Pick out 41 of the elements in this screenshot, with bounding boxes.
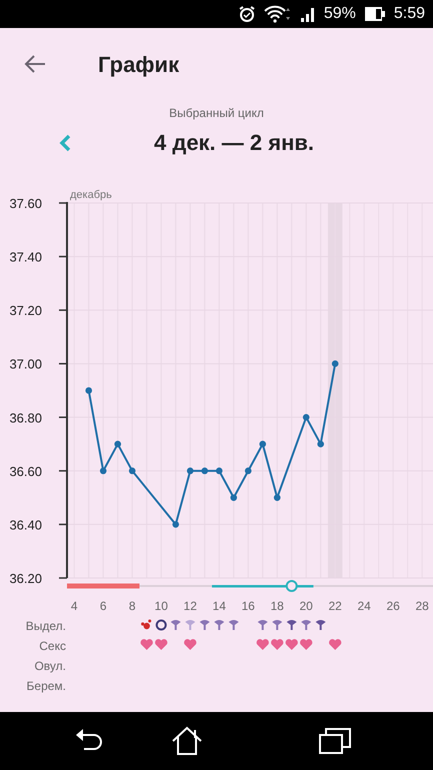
signal-icon — [300, 6, 316, 22]
battery-percent: 59% — [324, 4, 356, 24]
page-title: График — [98, 50, 180, 79]
home-icon — [170, 726, 202, 756]
row-label: Выдел. — [26, 619, 66, 633]
battery-icon — [364, 6, 386, 22]
x-axis-label: 8 — [128, 599, 136, 613]
x-axis-label: 20 — [300, 599, 313, 613]
y-axis-label: 36.80 — [9, 410, 42, 426]
back-button[interactable] — [24, 55, 46, 73]
x-axis-label: 6 — [100, 599, 107, 613]
y-axis-label: 37.20 — [9, 303, 42, 318]
cycle-caption: Выбранный цикл — [169, 105, 264, 122]
wifi-icon — [264, 5, 292, 23]
y-axis-label: 37.40 — [9, 250, 42, 265]
row-label: Овул. — [34, 659, 66, 673]
y-axis-label: 36.20 — [9, 571, 42, 586]
y-axis-label: 37.60 — [9, 196, 42, 211]
y-axis-label: 36.40 — [9, 517, 42, 532]
x-axis-label: 10 — [154, 599, 168, 613]
clock-time: 5:59 — [394, 4, 425, 24]
home-nav-button[interactable] — [170, 726, 202, 756]
x-axis-label: 24 — [357, 599, 371, 613]
cycle-range: 4 дек. — 2 янв. — [154, 129, 314, 157]
row-label: Берем. — [26, 679, 66, 693]
x-axis-label: 16 — [242, 599, 255, 613]
back-arrow-icon — [24, 55, 46, 73]
y-axis-label: 37.00 — [9, 356, 42, 372]
x-axis-label: 4 — [70, 599, 78, 613]
chevron-left-icon — [58, 132, 72, 152]
x-axis-label: 22 — [328, 599, 342, 613]
alarm-icon — [238, 5, 256, 23]
month-label: декабрь — [70, 189, 112, 201]
x-axis-label: 18 — [270, 599, 284, 613]
x-axis-label: 26 — [386, 599, 400, 613]
y-axis-label: 36.60 — [9, 464, 42, 479]
x-axis-label: 14 — [212, 599, 226, 613]
row-label: Секс — [39, 639, 66, 653]
recent-apps-icon — [318, 727, 352, 755]
x-axis-label: 12 — [184, 599, 197, 613]
x-axis-label: 28 — [415, 599, 429, 613]
